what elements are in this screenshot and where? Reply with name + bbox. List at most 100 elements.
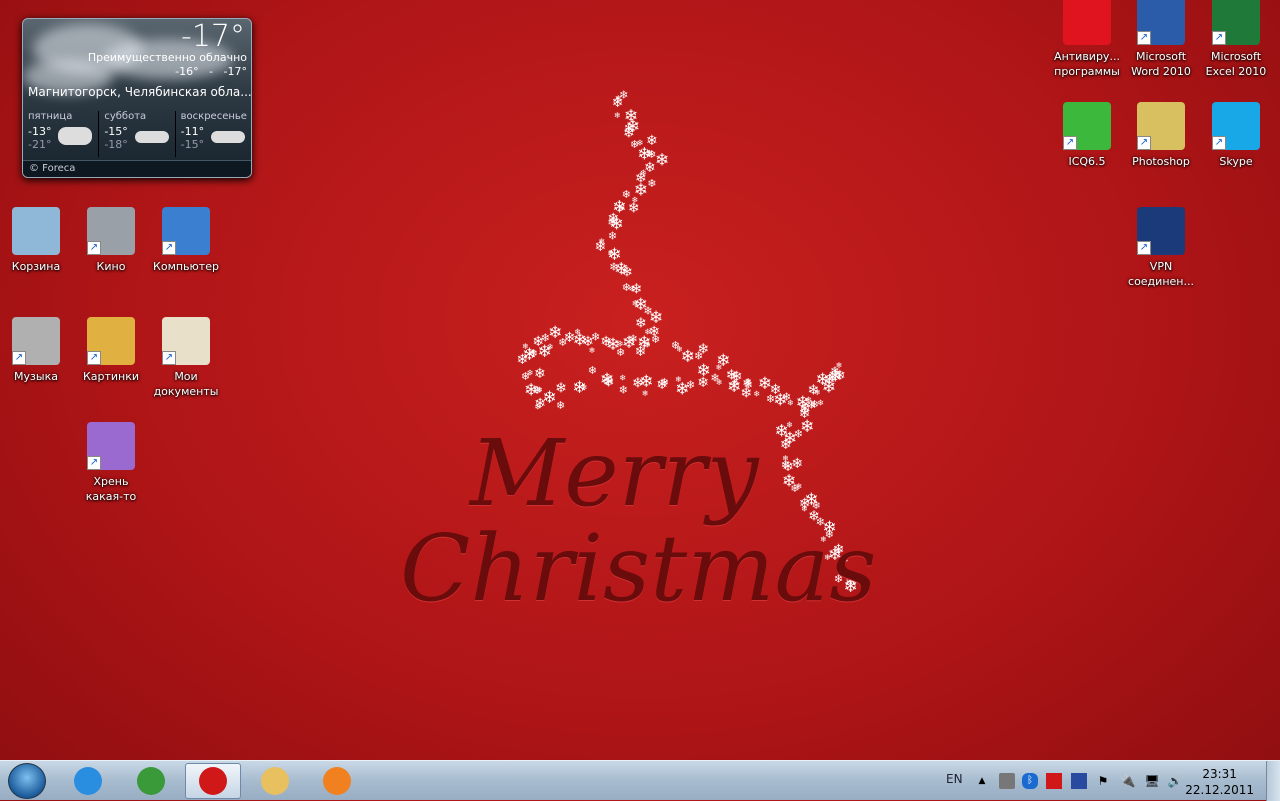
wallpaper-line1: Merry xyxy=(470,420,759,527)
shortcut-arrow-icon: ↗ xyxy=(12,351,26,365)
snowflake: ❄ xyxy=(635,344,647,360)
snowflake: ❄ xyxy=(535,402,542,411)
snowflake: ❄ xyxy=(812,499,821,512)
forecast-day: суббота -15° -18° xyxy=(99,111,176,157)
desktop-icon-label: Skype xyxy=(1219,155,1253,168)
network-icon[interactable]: 🖥 xyxy=(1144,773,1160,789)
chrome-icon xyxy=(137,767,165,795)
action-center-flag-icon[interactable]: ⚑ xyxy=(1095,773,1111,789)
snowflake: ❄ xyxy=(632,299,639,308)
start-button[interactable] xyxy=(8,763,46,799)
snowflake: ❄ xyxy=(608,230,617,243)
taskbar-opera-mail-button[interactable] xyxy=(185,763,241,799)
taskbar-media-player-button[interactable] xyxy=(309,763,365,799)
snowflake: ❄ xyxy=(686,379,695,392)
desktop-icon[interactable]: ↗ Картинки xyxy=(74,317,148,384)
desktop-icon-label: ICQ6.5 xyxy=(1068,155,1106,168)
snowflake: ❄ xyxy=(538,342,552,362)
volume-icon[interactable]: 🔊 xyxy=(1167,773,1183,789)
snowflake: ❄ xyxy=(626,117,640,137)
snowflake: ❄ xyxy=(782,459,794,475)
desktop-icon[interactable]: ↗ Компьютер xyxy=(149,207,223,274)
desktop-icon[interactable]: Корзина xyxy=(0,207,73,274)
snowflake: ❄ xyxy=(595,239,607,255)
taskbar-internet-explorer-button[interactable] xyxy=(60,763,116,799)
power-plug-icon[interactable]: 🔌 xyxy=(1120,773,1136,789)
snowflake: ❄ xyxy=(671,339,680,352)
internet-explorer-icon xyxy=(74,767,102,795)
snowflake: ❄ xyxy=(834,368,846,384)
kaspersky-tray-icon[interactable] xyxy=(1046,773,1062,789)
snowflake: ❄ xyxy=(697,341,709,357)
display-tray-icon[interactable] xyxy=(1071,773,1087,789)
snowflake: ❄ xyxy=(697,361,711,381)
vpn-icon: ↗ xyxy=(1137,207,1185,255)
snowflake: ❄ xyxy=(555,381,567,397)
language-indicator[interactable]: EN xyxy=(946,772,963,786)
snowflake: ❄ xyxy=(801,505,808,514)
desktop-icon[interactable]: ↗ Microsoft Word 2010 xyxy=(1124,0,1198,79)
network-device-icon[interactable] xyxy=(999,773,1015,789)
recycle-bin-icon xyxy=(12,207,60,255)
snowflake: ❄ xyxy=(642,389,649,398)
shortcut-arrow-icon: ↗ xyxy=(1137,136,1151,150)
speaker-icon: ↗ xyxy=(12,317,60,365)
bluetooth-icon[interactable]: ᛒ xyxy=(1022,773,1038,789)
desktop-icon[interactable]: ↗ Skype xyxy=(1199,102,1273,169)
day-name: воскресенье xyxy=(180,111,247,122)
desktop-icon[interactable]: ↗ VPN соединен... xyxy=(1124,207,1198,289)
desktop-icon-label: Хрень какая-то xyxy=(85,475,137,503)
weather-gadget[interactable]: -17° Преимущественно облачно -16° - -17°… xyxy=(22,18,252,178)
pictures-folder-icon: ↗ xyxy=(87,317,135,365)
show-desktop-button[interactable] xyxy=(1266,761,1280,801)
shortcut-arrow-icon: ↗ xyxy=(1212,136,1226,150)
snowflake: ❄ xyxy=(556,399,565,412)
shortcut-arrow-icon: ↗ xyxy=(1063,136,1077,150)
snowflake: ❄ xyxy=(548,323,562,343)
desktop-icon[interactable]: ↗ Музыка xyxy=(0,317,73,384)
clock[interactable]: 23:31 22.12.2011 xyxy=(1185,766,1254,798)
desktop-icon-label: VPN соединен... xyxy=(1128,260,1194,288)
desktop-icon-label: Microsoft Excel 2010 xyxy=(1205,50,1267,78)
snowflake: ❄ xyxy=(816,370,830,390)
desktop-icon[interactable]: ↗ Photoshop xyxy=(1124,102,1198,169)
desktop-icon[interactable]: ↗ Мои документы xyxy=(149,317,223,399)
snowflake: ❄ xyxy=(564,330,576,346)
taskbar-chrome-button[interactable] xyxy=(123,763,179,799)
windows-explorer-icon xyxy=(261,767,289,795)
desktop-icon-label: Антивиру... программы xyxy=(1054,50,1120,78)
snowflake: ❄ xyxy=(581,383,588,392)
snowflake: ❄ xyxy=(817,399,824,408)
forecast-day: пятница -13° -21° xyxy=(23,111,100,157)
shortcut-arrow-icon: ↗ xyxy=(1137,31,1151,45)
desktop-icon[interactable]: ↗ ICQ6.5 xyxy=(1050,102,1124,169)
desktop-icon[interactable]: ↗ Microsoft Excel 2010 xyxy=(1199,0,1273,79)
snowflake: ❄ xyxy=(628,200,640,216)
snowflake: ❄ xyxy=(716,363,723,372)
floppy-icon: ↗ xyxy=(87,422,135,470)
shortcut-arrow-icon: ↗ xyxy=(1137,241,1151,255)
taskbar-windows-explorer-button[interactable] xyxy=(247,763,303,799)
snowflake: ❄ xyxy=(614,111,621,120)
computer-icon: ↗ xyxy=(162,207,210,255)
snowflake: ❄ xyxy=(608,249,615,258)
desktop-icon-label: Photoshop xyxy=(1132,155,1190,168)
shortcut-arrow-icon: ↗ xyxy=(162,241,176,255)
current-temperature: -17° xyxy=(181,19,245,54)
desktop-icon-label: Кино xyxy=(96,260,126,273)
show-hidden-icons-button[interactable]: ▲ xyxy=(974,773,990,789)
snowflake: ❄ xyxy=(619,383,628,396)
desktop-icon[interactable]: ↗ Кино xyxy=(74,207,148,274)
clipboard-icon: ↗ xyxy=(162,317,210,365)
desktop-icon[interactable]: Антивиру... программы xyxy=(1050,0,1124,79)
kaspersky-icon xyxy=(1063,0,1111,45)
desktop-icon-label: Корзина xyxy=(11,260,61,273)
wallpaper-line2: Christmas xyxy=(400,515,877,622)
snowflake: ❄ xyxy=(710,371,719,384)
temperature-range: -16° - -17° xyxy=(175,65,247,78)
camcorder-icon: ↗ xyxy=(87,207,135,255)
desktop-icon[interactable]: ↗ Хрень какая-то xyxy=(74,422,148,504)
icq-flower-icon: ↗ xyxy=(1063,102,1111,150)
photoshop-icon: ↗ xyxy=(1137,102,1185,150)
snowflake: ❄ xyxy=(656,377,668,393)
